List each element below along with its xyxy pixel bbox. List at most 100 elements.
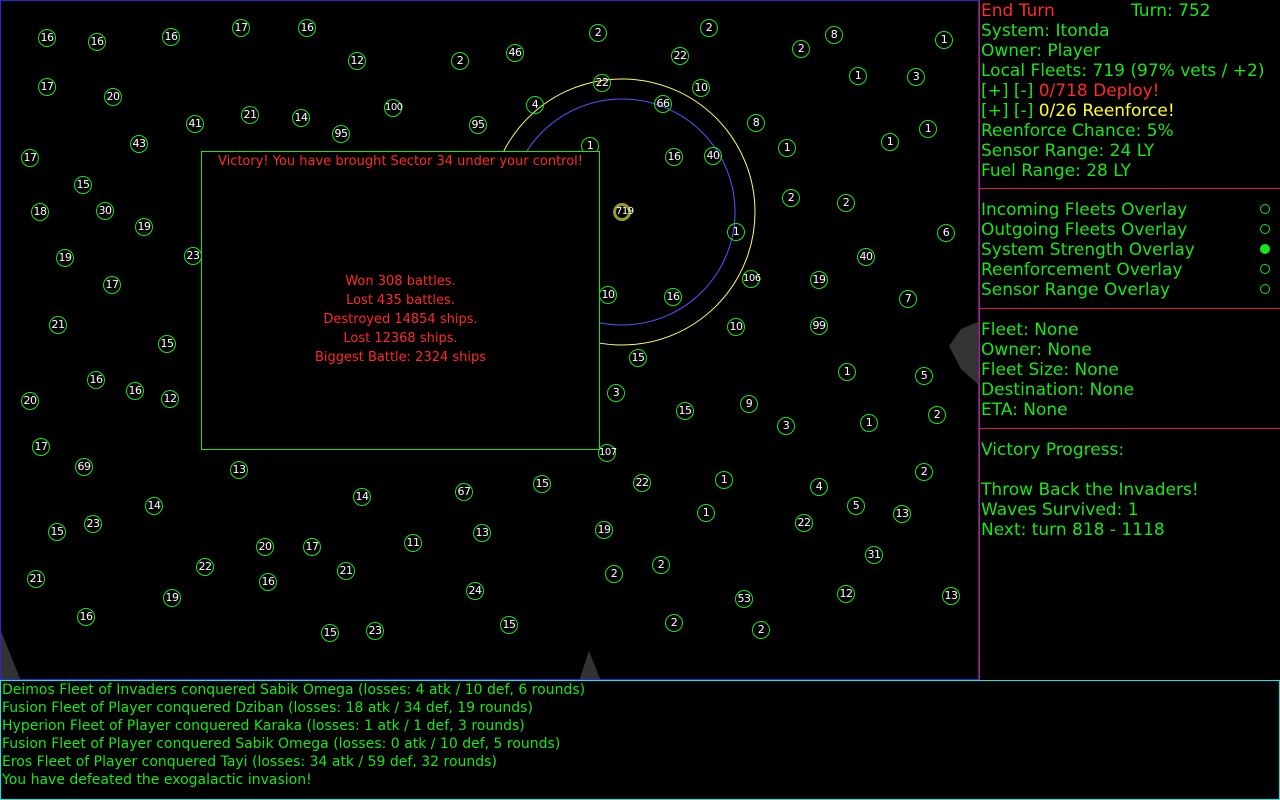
star-system[interactable]: 1: [849, 67, 867, 85]
star-system[interactable]: 16: [162, 28, 180, 46]
galaxy-map[interactable]: 16 16 16 17 16 12 2 46 2 22 2 2 8 1 1 3 17 20 100 22 10 4 66 41…: [0, 0, 979, 680]
deploy-plus-button[interactable]: [+]: [981, 81, 1009, 101]
star-system[interactable]: 17: [303, 538, 321, 556]
star-system[interactable]: 3: [907, 68, 925, 86]
star-system[interactable]: 13: [942, 587, 960, 605]
star-system[interactable]: 2: [837, 194, 855, 212]
star-system[interactable]: 15: [158, 335, 176, 353]
star-system[interactable]: 2: [915, 463, 933, 481]
star-system[interactable]: 17: [232, 19, 250, 37]
star-system[interactable]: 10: [727, 318, 745, 336]
star-system[interactable]: 19: [56, 249, 74, 267]
star-system[interactable]: 15: [500, 616, 518, 634]
star-system[interactable]: 9: [740, 395, 758, 413]
star-system[interactable]: 15: [629, 349, 647, 367]
radio-icon[interactable]: [1260, 204, 1270, 214]
star-system[interactable]: 1: [860, 414, 878, 432]
star-system[interactable]: 16: [665, 148, 683, 166]
star-system[interactable]: 95: [332, 125, 350, 143]
star-system[interactable]: 2: [782, 189, 800, 207]
star-system[interactable]: 17: [38, 78, 56, 96]
star-system[interactable]: 13: [893, 505, 911, 523]
reenforce-button[interactable]: 0/26 Reenforce!: [1039, 101, 1175, 121]
star-system[interactable]: 99: [810, 317, 828, 335]
star-system[interactable]: 1: [697, 504, 715, 522]
star-system[interactable]: 16: [88, 33, 106, 51]
reenforce-minus-button[interactable]: [-]: [1014, 101, 1033, 121]
star-system[interactable]: 8: [825, 26, 843, 44]
star-system[interactable]: 19: [595, 521, 613, 539]
star-system[interactable]: 1: [838, 363, 856, 381]
radio-selected-icon[interactable]: [1260, 244, 1270, 254]
star-system[interactable]: 19: [810, 271, 828, 289]
star-system[interactable]: 1: [935, 31, 953, 49]
star-system[interactable]: 1: [881, 133, 899, 151]
star-system[interactable]: 43: [130, 135, 148, 153]
star-system[interactable]: 22: [633, 474, 651, 492]
star-system[interactable]: 16: [298, 19, 316, 37]
star-system[interactable]: 100: [384, 99, 403, 117]
star-system[interactable]: 17: [21, 149, 39, 167]
star-system[interactable]: 13: [473, 524, 491, 542]
star-system[interactable]: 23: [184, 247, 202, 265]
radio-icon[interactable]: [1260, 224, 1270, 234]
star-system[interactable]: 8: [747, 114, 765, 132]
radio-icon[interactable]: [1260, 264, 1270, 274]
end-turn-button[interactable]: End Turn: [981, 1, 1055, 21]
star-system[interactable]: 23: [366, 622, 384, 640]
star-system[interactable]: 69: [75, 458, 93, 476]
star-system[interactable]: 1: [778, 139, 796, 157]
star-system[interactable]: 41: [186, 115, 204, 133]
star-system[interactable]: 22: [593, 74, 611, 92]
star-system[interactable]: 15: [321, 624, 339, 642]
star-system[interactable]: 21: [49, 316, 67, 334]
star-system[interactable]: 6: [937, 224, 955, 242]
star-system[interactable]: 2: [665, 614, 683, 632]
star-system[interactable]: 7: [899, 290, 917, 308]
star-system[interactable]: 16: [126, 382, 144, 400]
star-system[interactable]: 12: [837, 585, 855, 603]
star-system[interactable]: 24: [466, 582, 484, 600]
star-system[interactable]: 20: [256, 538, 274, 556]
star-system[interactable]: 15: [676, 402, 694, 420]
star-system[interactable]: 10: [692, 79, 710, 97]
star-system[interactable]: 2: [451, 52, 469, 70]
star-system[interactable]: 18: [31, 203, 49, 221]
star-system[interactable]: 15: [74, 176, 92, 194]
star-system[interactable]: 95: [469, 116, 487, 134]
star-system[interactable]: 3: [777, 417, 795, 435]
star-system[interactable]: 21: [337, 562, 355, 580]
star-system[interactable]: 19: [135, 218, 153, 236]
star-system[interactable]: 15: [48, 523, 66, 541]
star-system[interactable]: 2: [752, 621, 770, 639]
star-system[interactable]: 14: [292, 109, 310, 127]
star-system[interactable]: 2: [928, 406, 946, 424]
deploy-minus-button[interactable]: [-]: [1014, 81, 1033, 101]
star-system[interactable]: 21: [27, 570, 45, 588]
star-system[interactable]: 15: [533, 475, 551, 493]
victory-dialog[interactable]: Victory! You have brought Sector 34 unde…: [201, 151, 600, 450]
star-system[interactable]: 30: [96, 202, 114, 220]
star-system[interactable]: 31: [865, 546, 883, 564]
star-system[interactable]: 66: [654, 95, 672, 113]
star-system[interactable]: 20: [104, 88, 122, 106]
star-system[interactable]: 16: [259, 573, 277, 591]
star-system[interactable]: 16: [77, 608, 95, 626]
star-system[interactable]: 2: [605, 565, 623, 583]
star-system[interactable]: 46: [506, 44, 524, 62]
overlay-incoming-fleets[interactable]: Incoming Fleets Overlay: [981, 200, 1280, 220]
star-system[interactable]: 11: [404, 534, 422, 552]
star-system[interactable]: 1: [919, 120, 937, 138]
star-system[interactable]: 13: [230, 461, 248, 479]
selected-star-system[interactable]: 719: [613, 203, 634, 221]
star-system[interactable]: 16: [87, 371, 105, 389]
star-system[interactable]: 20: [21, 392, 39, 410]
overlay-sensor-range[interactable]: Sensor Range Overlay: [981, 280, 1280, 300]
overlay-reenforcement[interactable]: Reenforcement Overlay: [981, 260, 1280, 280]
star-system[interactable]: 1: [715, 471, 733, 489]
star-system[interactable]: 40: [704, 147, 722, 165]
star-system[interactable]: 16: [664, 288, 682, 306]
star-system[interactable]: 23: [84, 515, 102, 533]
star-system[interactable]: 14: [353, 488, 371, 506]
star-system[interactable]: 22: [671, 47, 689, 65]
